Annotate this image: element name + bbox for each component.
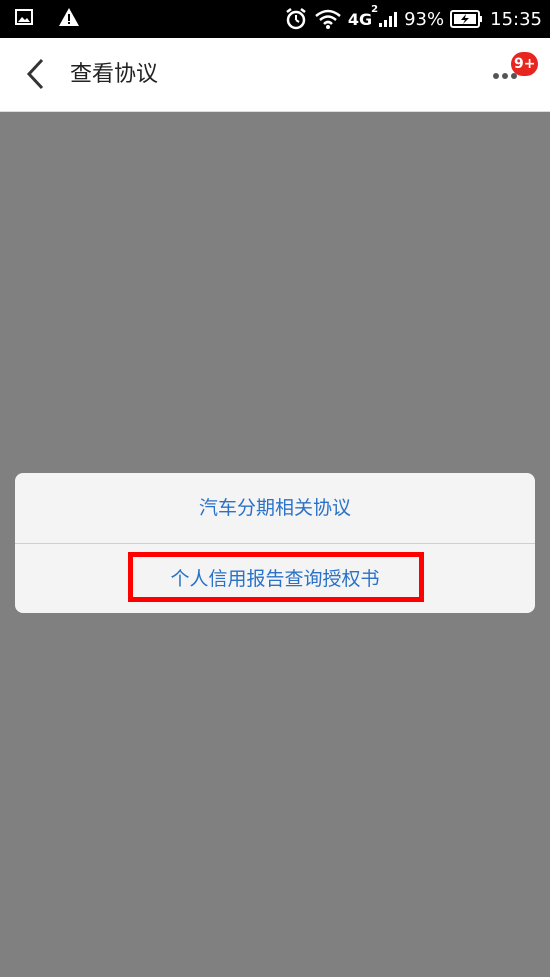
signal-strength-icon xyxy=(379,12,398,27)
network-sim-indicator: 2 xyxy=(371,3,379,15)
status-left-icons xyxy=(14,7,80,27)
status-right-icons: 4G 2 93% 15:35 xyxy=(284,0,542,38)
page-title: 查看协议 xyxy=(70,62,159,87)
battery-percent: 93% xyxy=(404,8,445,30)
notification-badge: 9+ xyxy=(511,52,539,76)
alarm-icon xyxy=(286,8,306,30)
wifi-icon xyxy=(315,9,341,29)
warning-icon xyxy=(59,8,79,26)
network-type: 4G 2 xyxy=(347,4,378,29)
app-header: 查看协议 xyxy=(0,38,550,112)
clock: 15:35 xyxy=(490,8,542,30)
battery-charging-icon xyxy=(450,10,483,28)
status-bar: 4G 2 93% 15:35 xyxy=(0,0,550,38)
network-type-label: 4G xyxy=(347,9,373,29)
auto-loan-agreement-option[interactable]: 汽车分期相关协议 xyxy=(15,473,535,543)
back-button[interactable] xyxy=(18,56,54,92)
image-notification-icon xyxy=(15,9,33,25)
credit-report-authorization-option[interactable]: 个人信用报告查询授权书 xyxy=(15,544,535,613)
chevron-left-icon xyxy=(26,58,44,90)
agreement-dialog: 汽车分期相关协议 个人信用报告查询授权书 xyxy=(15,473,535,613)
